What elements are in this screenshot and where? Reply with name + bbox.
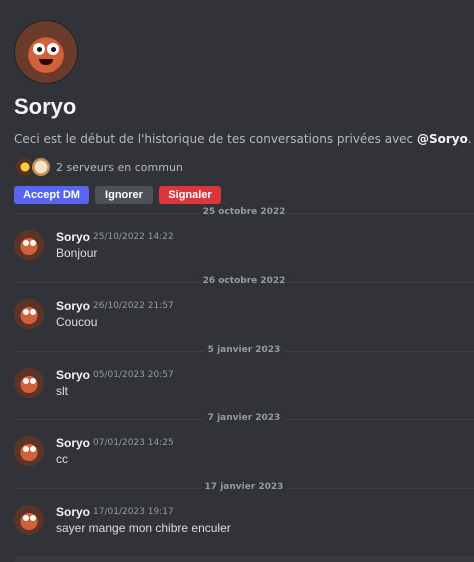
avatar[interactable]: [14, 436, 44, 466]
message-timestamp: 17/01/2023 19:17: [93, 507, 174, 517]
message[interactable]: Soryo 07/01/2023 14:25 cc: [14, 436, 474, 476]
accept-dm-button[interactable]: Accept DM: [14, 186, 89, 204]
message[interactable]: Soryo 25/10/2022 14:22 Bonjour: [14, 230, 474, 270]
server-icon: [30, 156, 52, 178]
ignore-button[interactable]: Ignorer: [95, 186, 153, 204]
message-text: Coucou: [56, 315, 98, 329]
intro-suffix: .: [467, 132, 472, 146]
message-author[interactable]: Soryo: [56, 368, 90, 382]
date-divider-label: 17 janvier 2023: [200, 482, 288, 492]
message-timestamp: 05/01/2023 20:57: [93, 370, 174, 380]
avatar[interactable]: [14, 368, 44, 398]
date-divider: 26 octobre 2022: [14, 276, 474, 288]
message-author[interactable]: Soryo: [56, 436, 90, 450]
conversation-intro: Ceci est le début de l'historique de tes…: [14, 132, 474, 146]
intro-mention[interactable]: @Soryo: [417, 132, 468, 146]
date-divider-label: 5 janvier 2023: [203, 345, 285, 355]
message-text: sayer mange mon chibre enculer: [56, 521, 231, 535]
message-timestamp: 26/10/2022 21:57: [93, 301, 174, 311]
message[interactable]: Soryo 05/01/2023 20:57 slt: [14, 368, 474, 408]
avatar[interactable]: [14, 505, 44, 535]
message-text: slt: [56, 384, 68, 398]
message-author[interactable]: Soryo: [56, 230, 90, 244]
avatar-mouth: [39, 59, 53, 65]
message-author[interactable]: Soryo: [56, 505, 90, 519]
message-author[interactable]: Soryo: [56, 299, 90, 313]
profile-avatar[interactable]: [14, 20, 78, 84]
avatar[interactable]: [14, 230, 44, 260]
message-timestamp: 07/01/2023 14:25: [93, 438, 174, 448]
mutual-servers-label: 2 serveurs en commun: [56, 160, 183, 174]
message-text: Bonjour: [56, 246, 98, 260]
avatar-eye-left: [33, 43, 45, 55]
avatar[interactable]: [14, 299, 44, 329]
date-divider-label: 26 octobre 2022: [198, 276, 290, 286]
intro-prefix: Ceci est le début de l'historique de tes…: [14, 132, 417, 146]
dm-actions: Accept DM Ignorer Signaler: [14, 186, 474, 204]
profile-header: Soryo Ceci est le début de l'historique …: [14, 20, 474, 204]
date-divider: 5 janvier 2023: [14, 345, 474, 357]
avatar-eye-right: [47, 43, 59, 55]
report-button[interactable]: Signaler: [159, 186, 221, 204]
message[interactable]: Soryo 26/10/2022 21:57 Coucou: [14, 299, 474, 339]
date-divider: 7 janvier 2023: [14, 413, 474, 425]
message[interactable]: Soryo 17/01/2023 19:17 sayer mange mon c…: [14, 505, 474, 545]
mutual-servers[interactable]: 2 serveurs en commun: [14, 156, 474, 178]
message-timestamp: 25/10/2022 14:22: [93, 232, 174, 242]
message-composer[interactable]: [14, 556, 474, 562]
message-text: cc: [56, 452, 68, 466]
date-divider: 25 octobre 2022: [14, 207, 474, 219]
date-divider-label: 7 janvier 2023: [203, 413, 285, 423]
date-divider-label: 25 octobre 2022: [198, 207, 290, 217]
date-divider: 17 janvier 2023: [14, 482, 474, 494]
profile-username[interactable]: Soryo: [14, 94, 474, 120]
